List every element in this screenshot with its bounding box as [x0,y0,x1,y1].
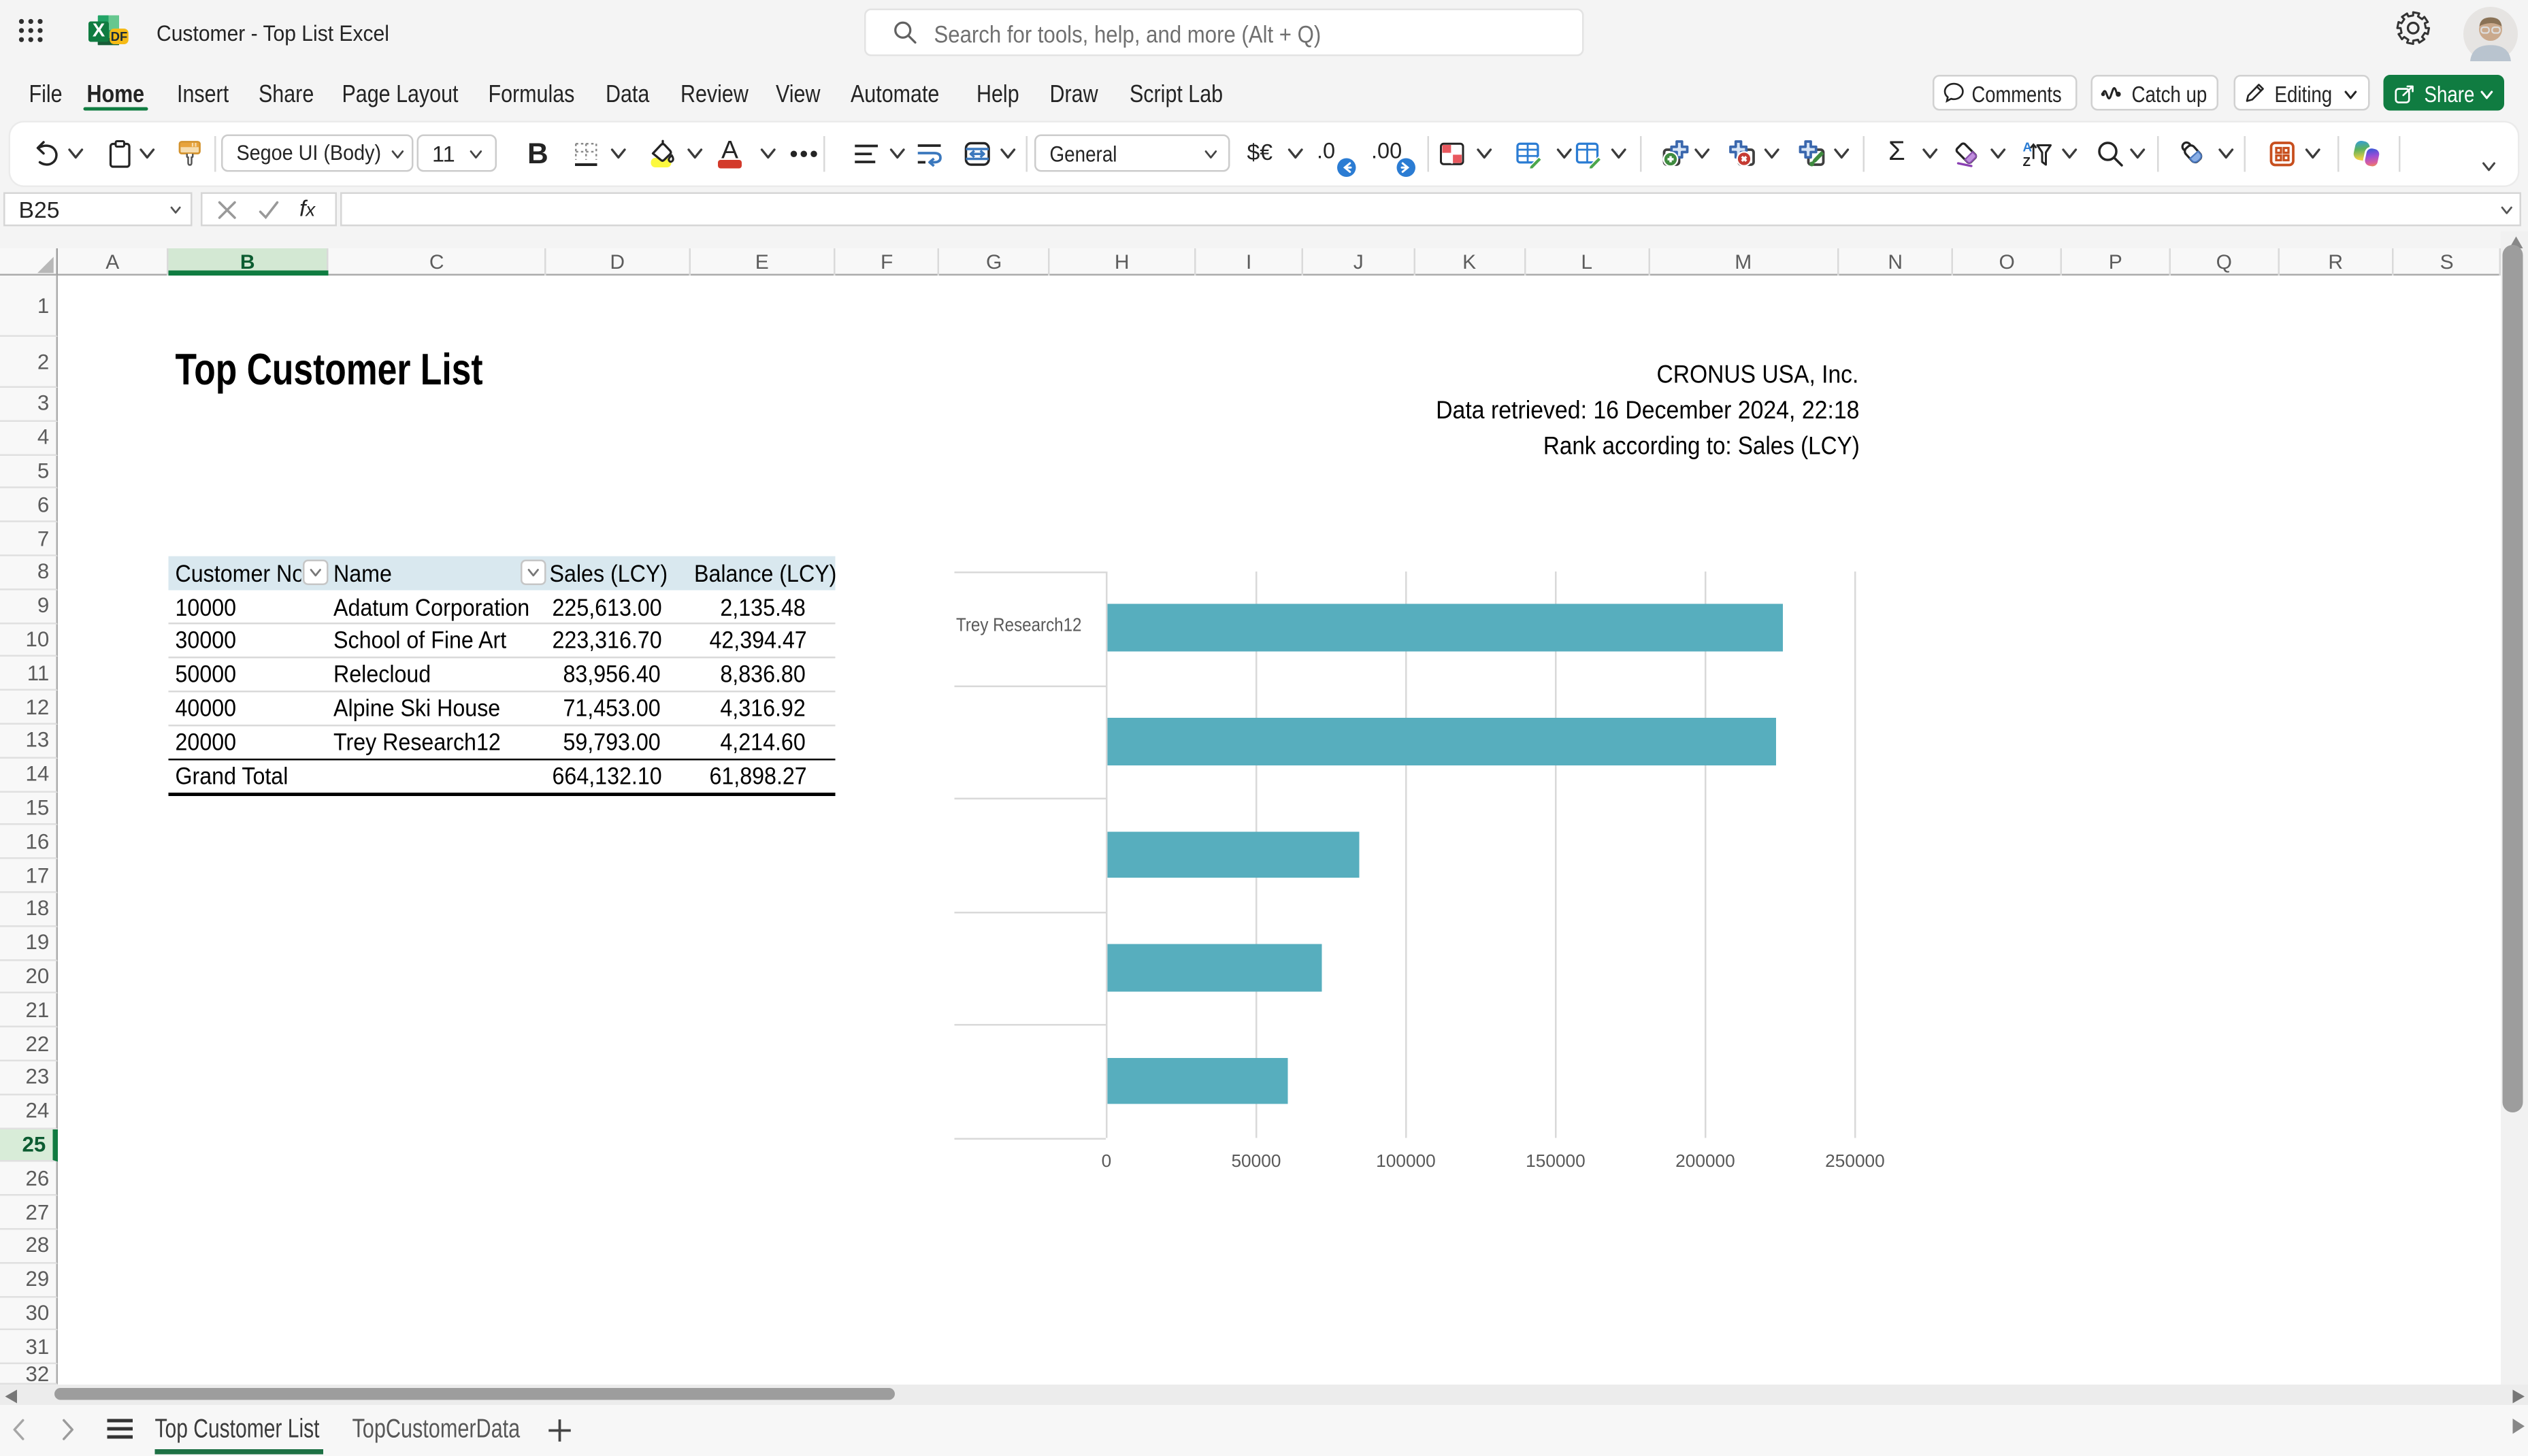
svg-text:X: X [93,20,105,41]
svg-text:DF: DF [111,29,128,44]
svg-text:Z: Z [2023,154,2031,169]
